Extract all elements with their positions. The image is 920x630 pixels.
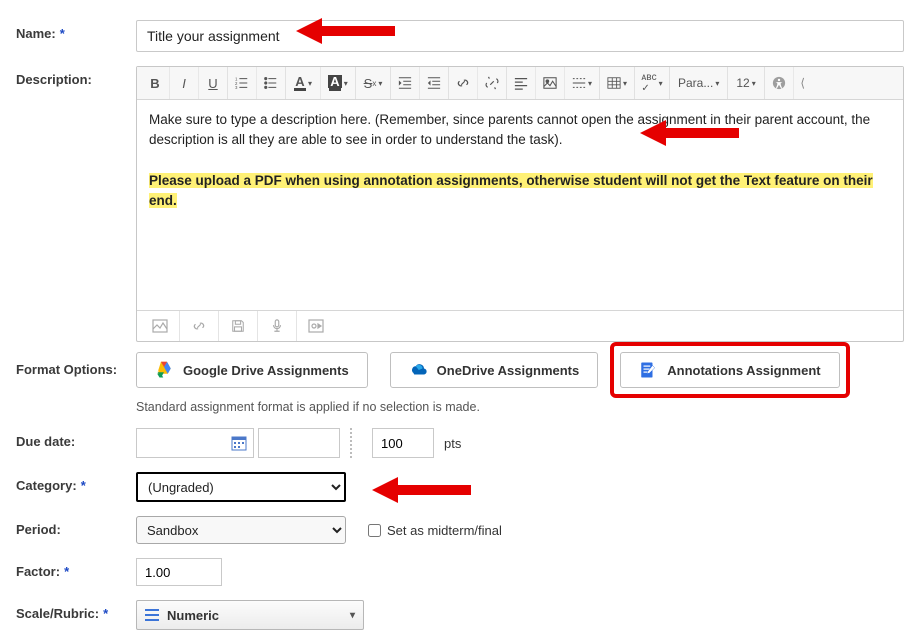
underline-button[interactable]: U (199, 67, 227, 99)
period-label: Period: (16, 516, 136, 537)
indent-button[interactable] (420, 67, 448, 99)
points-label: pts (444, 436, 461, 451)
period-select[interactable]: Sandbox (136, 516, 346, 544)
row-category: Category: * (Ungraded) (16, 472, 904, 502)
rich-text-editor: B I U 123 A▾ (136, 66, 904, 342)
annotations-highlight-box: Annotations Assignment (610, 342, 849, 398)
midterm-checkbox[interactable] (368, 524, 381, 537)
required-asterisk: * (60, 26, 65, 41)
row-factor: Factor: * (16, 558, 904, 586)
unordered-list-button[interactable] (257, 67, 285, 99)
spellcheck-button[interactable]: ᴀʙᴄ✓▾ (635, 67, 669, 99)
horizontal-rule-button[interactable]: ▾ (565, 67, 599, 99)
name-input[interactable] (136, 20, 904, 52)
google-drive-label: Google Drive Assignments (183, 363, 349, 378)
highlight-color-button[interactable]: A▾ (321, 67, 355, 99)
due-time-input[interactable] (258, 428, 340, 458)
italic-button[interactable]: I (170, 67, 199, 99)
ordered-list-button[interactable]: 123 (228, 67, 257, 99)
svg-text:3: 3 (235, 85, 238, 90)
outdent-button[interactable] (391, 67, 420, 99)
onedrive-button[interactable]: OneDrive Assignments (390, 352, 599, 388)
image-button[interactable] (536, 67, 565, 99)
required-asterisk: * (64, 564, 69, 579)
google-drive-button[interactable]: Google Drive Assignments (136, 352, 368, 388)
description-paragraph: Make sure to type a description here. (R… (149, 110, 891, 151)
row-description: Description: B I U 123 (16, 66, 904, 342)
paragraph-style-label: Para... (678, 76, 713, 90)
factor-label-text: Factor: (16, 564, 60, 579)
annotations-icon (639, 361, 657, 379)
paragraph-style-dropdown[interactable]: Para...▾ (670, 67, 728, 99)
footer-btn-5[interactable] (297, 311, 335, 341)
required-asterisk: * (103, 606, 108, 621)
description-label: Description: (16, 66, 136, 87)
editor-toolbar: B I U 123 A▾ (137, 67, 903, 100)
name-label: Name: * (16, 20, 136, 41)
name-label-text: Name: (16, 26, 56, 41)
chevron-down-icon: ▾ (350, 610, 355, 621)
footer-link-button[interactable] (180, 311, 219, 341)
unlink-button[interactable] (478, 67, 506, 99)
scale-value: Numeric (167, 608, 219, 623)
footer-mic-button[interactable] (258, 311, 297, 341)
footer-btn-1[interactable] (141, 311, 180, 341)
calendar-icon (231, 435, 247, 451)
footer-save-button[interactable] (219, 311, 258, 341)
link-button[interactable] (449, 67, 478, 99)
table-button[interactable]: ▾ (600, 67, 634, 99)
midterm-label: Set as midterm/final (387, 523, 502, 538)
required-asterisk: * (81, 478, 86, 493)
factor-label: Factor: * (16, 558, 136, 579)
description-highlight: Please upload a PDF when using annotatio… (149, 173, 873, 208)
onedrive-label: OneDrive Assignments (437, 363, 580, 378)
assignment-form: Name:* Description: B I U 123 (0, 0, 920, 617)
align-left-button[interactable] (507, 67, 536, 99)
bold-button[interactable]: B (141, 67, 170, 99)
format-hint: Standard assignment format is applied if… (136, 400, 904, 414)
row-name: Name: * (16, 20, 904, 52)
annotations-button[interactable]: Annotations Assignment (620, 352, 839, 388)
points-input[interactable] (372, 428, 434, 458)
strikethrough-button[interactable]: Sx▾ (356, 67, 390, 99)
row-period: Period: Sandbox Set as midterm/final (16, 516, 904, 544)
list-icon (145, 609, 159, 621)
category-select[interactable]: (Ungraded) (136, 472, 346, 502)
category-label: Category: * (16, 472, 136, 493)
row-scale: Scale/Rubric: * Numeric ▾ (16, 600, 904, 630)
font-size-label: 12 (736, 76, 749, 90)
category-label-text: Category: (16, 478, 77, 493)
onedrive-icon (409, 361, 427, 379)
midterm-checkbox-wrap[interactable]: Set as midterm/final (364, 521, 502, 540)
row-format-options: Format Options: Google Drive Assignments… (16, 352, 904, 414)
editor-footer (137, 310, 903, 341)
format-label: Format Options: (16, 352, 136, 377)
accessibility-button[interactable] (765, 67, 794, 99)
scale-label-text: Scale/Rubric: (16, 606, 99, 621)
scale-label: Scale/Rubric: * (16, 600, 136, 621)
font-size-dropdown[interactable]: 12▾ (728, 67, 764, 99)
more-tools-button[interactable]: ⟨ (794, 67, 812, 99)
annotations-label: Annotations Assignment (667, 363, 820, 378)
factor-input[interactable] (136, 558, 222, 586)
scale-select[interactable]: Numeric ▾ (136, 600, 364, 630)
due-date-input[interactable] (136, 428, 254, 458)
row-due-date: Due date: pts (16, 428, 904, 458)
text-color-button[interactable]: A▾ (286, 67, 321, 99)
google-drive-icon (155, 361, 173, 379)
editor-body[interactable]: Make sure to type a description here. (R… (137, 100, 903, 310)
due-date-label: Due date: (16, 428, 136, 449)
